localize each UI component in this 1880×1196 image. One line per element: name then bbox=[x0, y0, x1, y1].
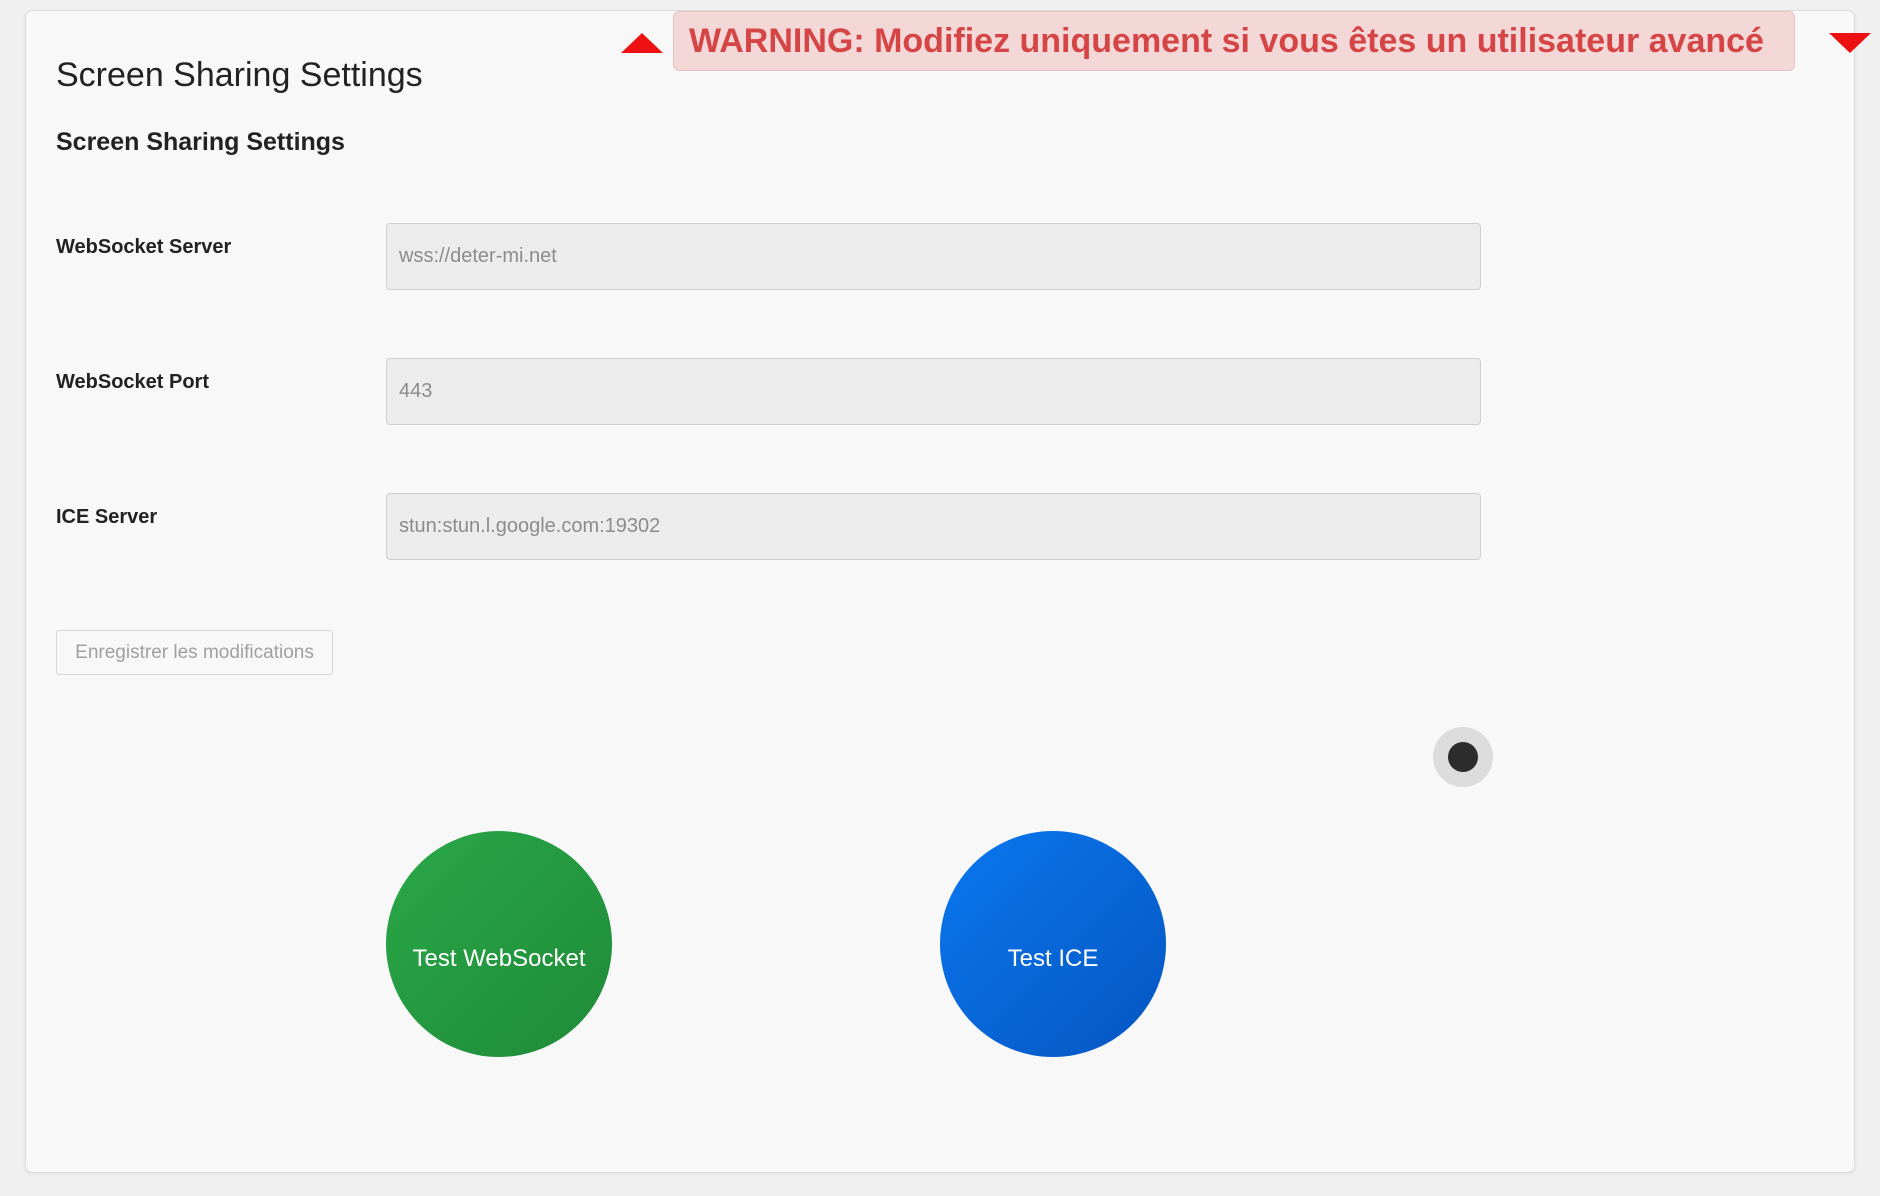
websocket-server-input[interactable] bbox=[386, 223, 1481, 290]
test-websocket-button[interactable]: Test WebSocket bbox=[386, 831, 612, 1057]
ice-server-label: ICE Server bbox=[56, 506, 158, 528]
warning-banner: WARNING: Modifiez uniquement si vous ête… bbox=[673, 11, 1795, 71]
test-ice-button[interactable]: Test ICE bbox=[940, 831, 1166, 1057]
save-changes-button[interactable]: Enregistrer les modifications bbox=[56, 630, 333, 675]
settings-panel: Screen Sharing Settings WARNING: Modifie… bbox=[25, 10, 1871, 1173]
websocket-server-label: WebSocket Server bbox=[56, 236, 232, 258]
triangle-up-icon[interactable] bbox=[621, 33, 663, 53]
websocket-port-label: WebSocket Port bbox=[56, 371, 209, 393]
toggle-knob-icon bbox=[1448, 742, 1478, 772]
toggle-switch[interactable] bbox=[1433, 727, 1493, 787]
websocket-port-input[interactable] bbox=[386, 358, 1481, 425]
page-title: Screen Sharing Settings bbox=[56, 56, 423, 94]
section-title: Screen Sharing Settings bbox=[56, 128, 345, 156]
ice-server-input[interactable] bbox=[386, 493, 1481, 560]
triangle-down-icon[interactable] bbox=[1829, 33, 1871, 53]
